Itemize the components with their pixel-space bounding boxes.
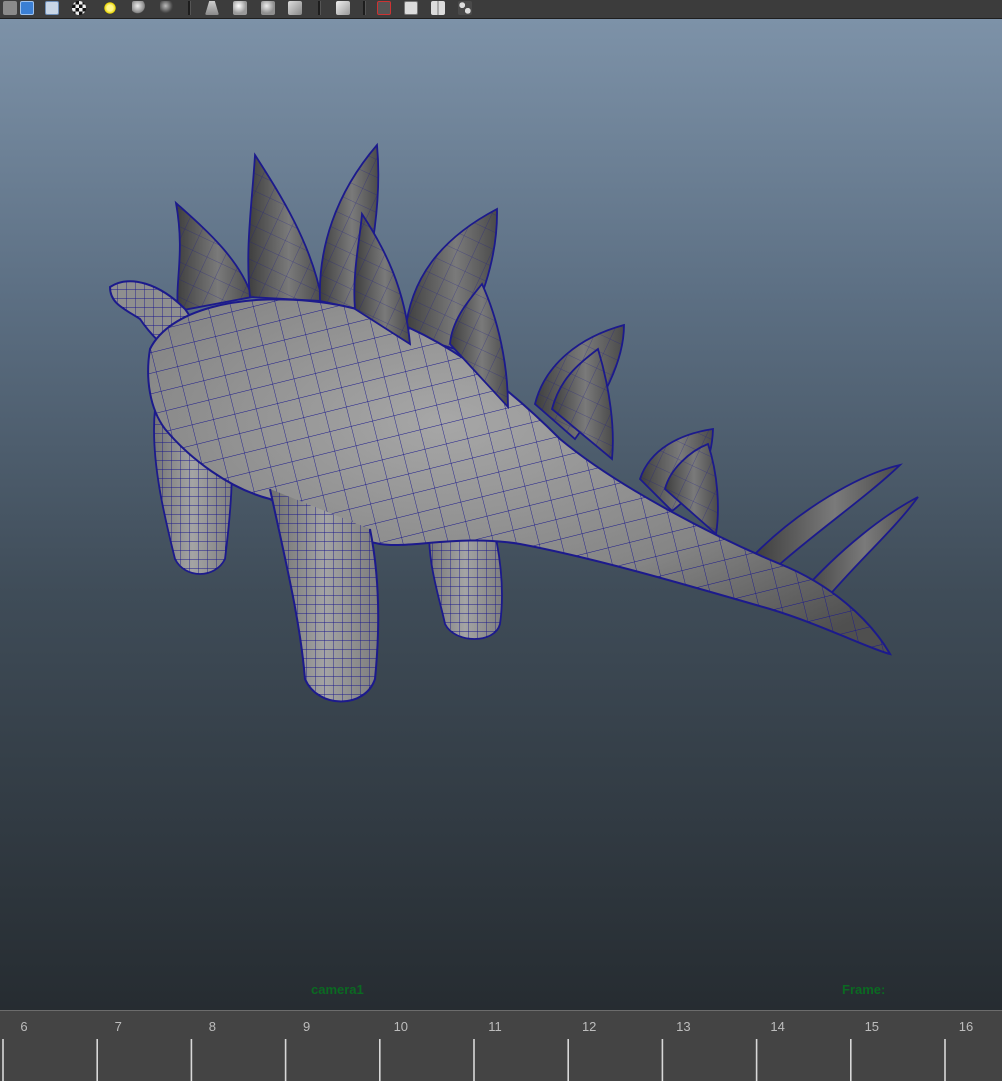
frame-number-label: 10	[394, 1019, 408, 1034]
sphere-shaded-icon[interactable]	[132, 1, 146, 15]
sphere-dark-icon[interactable]	[160, 1, 174, 15]
xray-icon[interactable]	[336, 1, 350, 15]
time-slider-ruler[interactable]: 6 7 8 9 10 11 12 13 14 15 16	[0, 1011, 1002, 1081]
frame-number-label: 15	[865, 1019, 879, 1034]
flat-shade-icon[interactable]	[288, 1, 302, 15]
frame-number-label: 14	[770, 1019, 784, 1034]
node-graph-icon[interactable]	[458, 1, 472, 15]
smooth-shade-icon[interactable]	[261, 1, 275, 15]
camera-name-label: camera1	[311, 982, 364, 997]
camera-attributes-icon[interactable]	[205, 1, 219, 15]
isolate-select-icon[interactable]	[377, 1, 391, 15]
toolbar-separator	[318, 1, 321, 15]
select-object-icon[interactable]	[3, 1, 17, 15]
wireframe-cube-icon[interactable]	[45, 1, 59, 15]
checker-texture-icon[interactable]	[72, 1, 86, 15]
3d-viewport[interactable]: camera1 Frame:	[0, 19, 1002, 1010]
light-bulb-icon[interactable]	[103, 1, 117, 15]
display-cube-icon[interactable]	[20, 1, 34, 15]
shaded-display-icon[interactable]	[233, 1, 247, 15]
panel-layout-icon[interactable]	[404, 1, 418, 15]
frame-number-label: 7	[115, 1019, 122, 1034]
two-panel-icon[interactable]	[431, 1, 445, 15]
viewport-toolbar	[0, 0, 1002, 19]
frame-number-label: 16	[959, 1019, 973, 1034]
frame-counter-label: Frame:	[842, 982, 886, 997]
frame-number-label: 12	[582, 1019, 596, 1034]
frame-number-label: 13	[676, 1019, 690, 1034]
stegosaurus-model[interactable]	[0, 19, 1002, 1010]
toolbar-separator	[363, 1, 366, 15]
frame-number-label: 6	[20, 1019, 27, 1034]
frame-number-label: 11	[488, 1019, 502, 1034]
frame-number-label: 8	[209, 1019, 216, 1034]
frame-number-label: 9	[303, 1019, 310, 1034]
time-slider[interactable]: 6 7 8 9 10 11 12 13 14 15 16	[0, 1010, 1002, 1081]
toolbar-separator	[188, 1, 191, 15]
